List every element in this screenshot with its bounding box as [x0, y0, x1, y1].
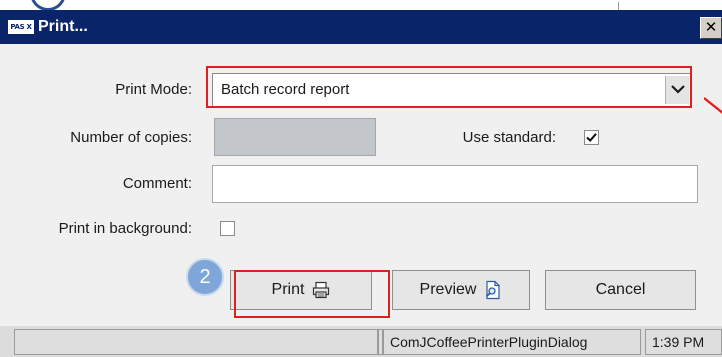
background-checkbox[interactable] [220, 221, 235, 236]
comment-field[interactable] [212, 165, 698, 203]
print-button-label: Print [271, 281, 305, 298]
title-bar[interactable]: PAS X Print... ✕ [0, 10, 722, 44]
copies-label: Number of copies: [70, 129, 192, 146]
use-standard-label: Use standard: [462, 129, 556, 146]
close-icon: ✕ [704, 19, 718, 36]
copies-field[interactable] [214, 118, 376, 156]
preview-document-icon [486, 280, 501, 300]
step-number-badge: 2 [186, 258, 224, 296]
annotation-arrow-icon [704, 97, 722, 114]
print-mode-value: Batch record report [221, 81, 350, 98]
close-button[interactable]: ✕ [700, 17, 722, 39]
status-bar: ComJCoffeePrinterPluginDialog 1:39 PM [0, 326, 722, 357]
preview-button-label: Preview [419, 281, 477, 298]
background-label: Print in background: [58, 220, 192, 237]
cancel-button-label: Cancel [595, 281, 646, 298]
print-button[interactable]: Print [230, 270, 372, 310]
status-time: 1:39 PM [645, 329, 722, 355]
chevron-down-icon [671, 85, 685, 94]
printer-icon [313, 281, 330, 299]
status-plugin-name: ComJCoffeePrinterPluginDialog [383, 329, 641, 355]
cancel-button[interactable]: Cancel [545, 270, 696, 310]
dialog-title: Print... [38, 18, 88, 35]
preview-button[interactable]: Preview [392, 270, 530, 310]
status-segment-1 [14, 329, 378, 355]
print-mode-label: Print Mode: [115, 81, 192, 98]
background-divider [618, 2, 619, 10]
use-standard-checkbox[interactable] [584, 130, 599, 145]
app-logo: PAS X [8, 20, 34, 34]
background-strip [0, 0, 722, 11]
dropdown-button[interactable] [665, 76, 689, 104]
checkmark-icon [586, 133, 597, 142]
comment-label: Comment: [122, 175, 192, 192]
print-mode-select[interactable]: Batch record report [212, 73, 692, 107]
